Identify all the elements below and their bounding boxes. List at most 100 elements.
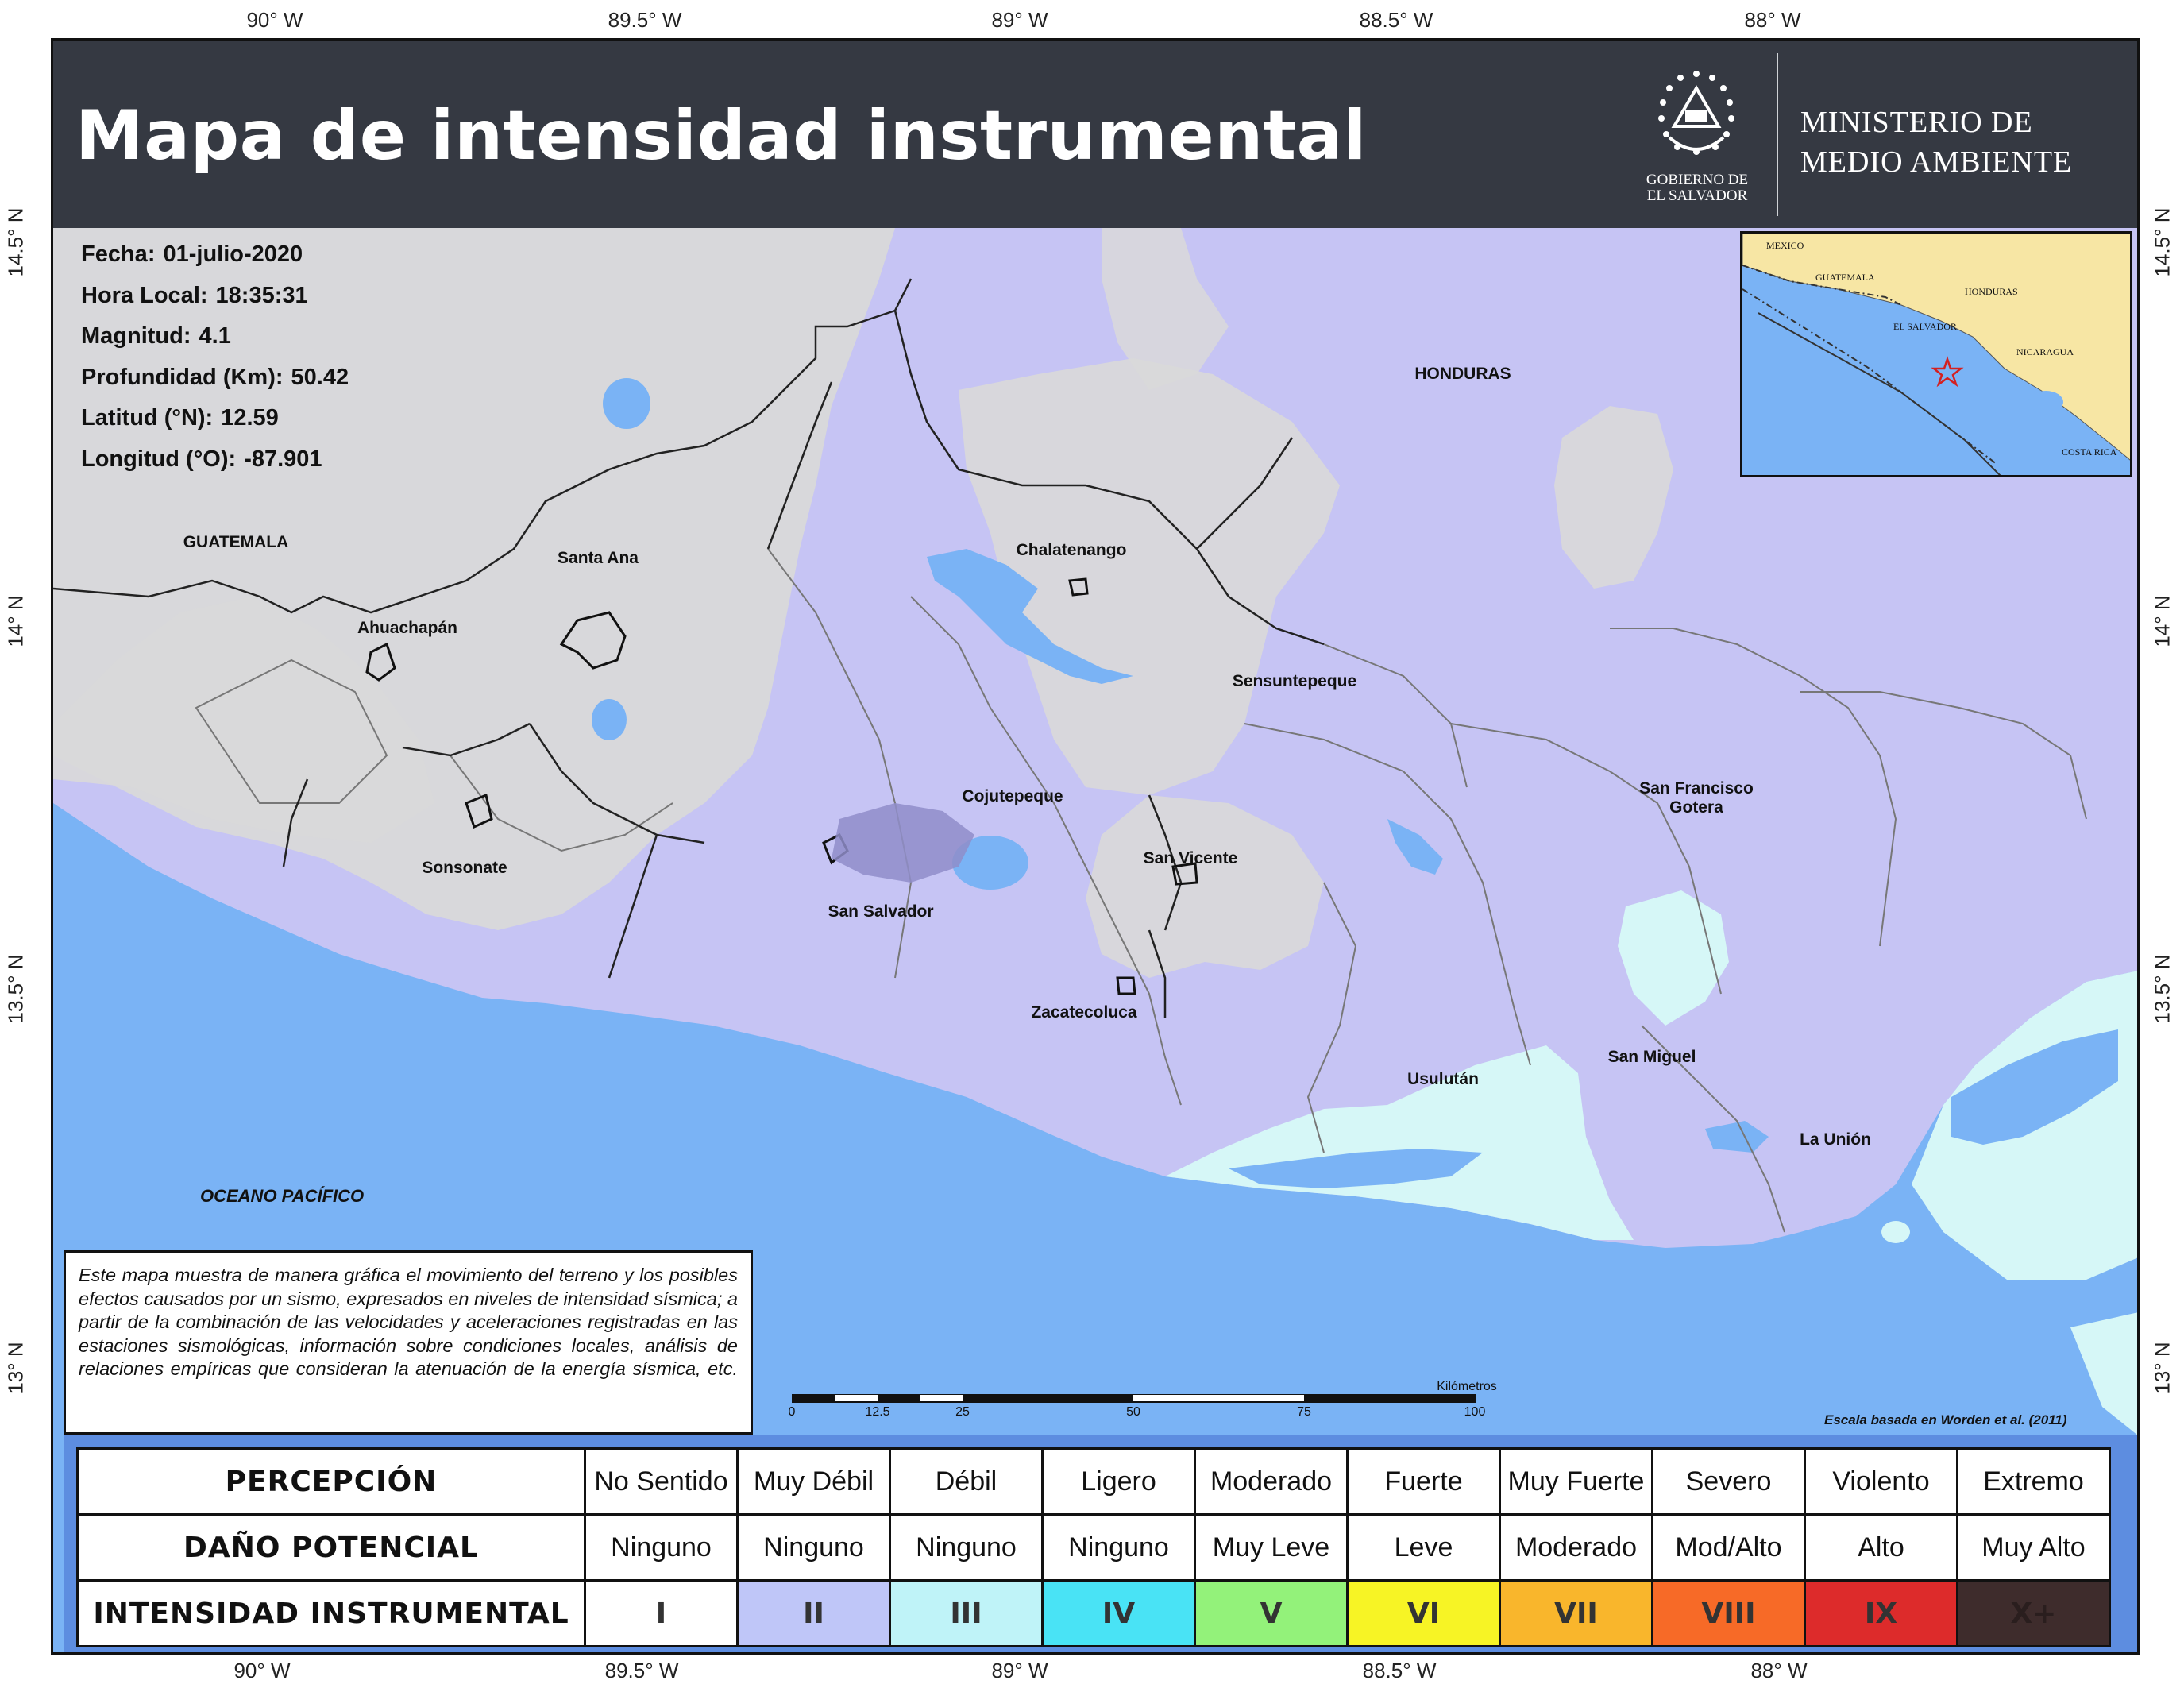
info-fecha: Fecha: 01-julio-2020 [81,234,349,276]
intensity-cell: VI [1346,1579,1501,1647]
intensity-cell: V [1194,1579,1349,1647]
lon-label-top-89: 89° W [991,8,1048,32]
lon-label-bottom-88-5: 88.5° W [1362,1659,1437,1682]
damage-cell: Muy Alto [1956,1513,2111,1582]
damage-cell: Leve [1346,1513,1501,1582]
scale-tick-75: 75 [1297,1405,1311,1419]
label-cojutepeque: Cojutepeque [962,787,1063,805]
inset-label-mexico: MEXICO [1766,240,1804,251]
damage-cell: Muy Leve [1194,1513,1349,1582]
info-hora: Hora Local: 18:35:31 [81,276,349,317]
intensity-cell: II [736,1579,891,1647]
latitud-label: Latitud (°N): [81,405,214,431]
inset-label-costa-rica: COSTA RICA [2062,446,2117,458]
perception-cell: Débil [889,1447,1044,1516]
damage-cell: Mod/Alto [1651,1513,1806,1582]
latitud-value: 12.59 [221,405,279,431]
intensity-cell: VII [1499,1579,1653,1647]
info-longitud: Longitud (°O): -87.901 [81,439,349,481]
lon-label-bottom-90: 90° W [233,1659,291,1682]
info-magnitud: Magnitud: 4.1 [81,316,349,357]
lon-label-bottom-89-5: 89.5° W [604,1659,679,1682]
legend-header-damage: DAÑO POTENCIAL [76,1513,586,1582]
event-info-panel: Fecha: 01-julio-2020 Hora Local: 18:35:31 … [81,234,349,480]
government-name: GOBIERNO DE EL SALVADOR [1622,172,1773,204]
page-title: Mapa de intensidad instrumental [75,96,1368,176]
label-san-miguel: San Miguel [1607,1048,1696,1066]
inset-label-guatemala: GUATEMALA [1815,272,1875,283]
label-ocean: OCEANO PACÍFICO [200,1186,365,1206]
label-usulutan: Usulután [1407,1070,1479,1088]
lat-label-left-14: 14° N [3,595,28,647]
lake-guija [603,378,650,429]
inset-label-honduras: HONDURAS [1965,286,2018,297]
perception-cell: Ligero [1041,1447,1196,1516]
intensity-legend: PERCEPCIÓN No Sentido Muy Débil Débil Li… [64,1435,2137,1652]
label-san-francisco-gotera: San Francisco Gotera [1639,779,1754,817]
longitud-value: -87.901 [244,446,322,472]
intensity-cell: VIII [1651,1579,1806,1647]
label-sensuntepeque: Sensuntepeque [1232,672,1357,690]
label-guatemala: GUATEMALA [183,533,289,551]
legend-row-damage: DAÑO POTENCIAL Ninguno Ninguno Ninguno N… [76,1513,2111,1582]
scale-tick-12-5: 12.5 [865,1405,890,1419]
coat-of-arms-icon [1658,71,1734,155]
label-gotera: Gotera [1669,798,1723,817]
perception-cell: Severo [1651,1447,1806,1516]
ministry-line-1: MINISTERIO DE [1800,106,2033,139]
info-latitud: Latitud (°N): 12.59 [81,398,349,439]
label-santa-ana: Santa Ana [558,549,639,567]
lat-label-right-13-5: 13.5° N [2150,954,2174,1024]
magnitud-label: Magnitud: [81,323,191,349]
inset-label-el-salvador: EL SALVADOR [1893,321,1957,332]
label-san-salvador: San Salvador [828,902,934,921]
label-san-vicente: San Vicente [1143,849,1238,867]
explanatory-note: Este mapa muestra de manera gráfica el m… [64,1250,753,1435]
scale-tick-0: 0 [788,1405,796,1419]
lat-label-right-14: 14° N [2150,595,2174,647]
perception-cell: Violento [1804,1447,1958,1516]
legend-row-intensity: INTENSIDAD INSTRUMENTAL I II III IV V VI… [76,1579,2111,1647]
lake-coatepeque [592,699,627,740]
perception-cell: Fuerte [1346,1447,1501,1516]
scale-unit: Kilómetros [1437,1380,1497,1393]
damage-cell: Moderado [1499,1513,1653,1582]
lon-label-top-88: 88° W [1744,8,1801,32]
inset-locator-map: MEXICO GUATEMALA HONDURAS EL SALVADOR NI… [1740,231,2132,477]
intensity-cell: III [889,1579,1044,1647]
intensity-cell: IX [1804,1579,1958,1647]
legend-header-perception: PERCEPCIÓN [76,1447,586,1516]
label-chalatenango: Chalatenango [1016,541,1127,559]
damage-cell: Alto [1804,1513,1958,1582]
lon-label-top-90: 90° W [246,8,303,32]
gov-line-2: EL SALVADOR [1646,187,1748,204]
hora-label: Hora Local: [81,282,208,308]
damage-cell: Ninguno [736,1513,891,1582]
label-ahuachapan: Ahuachapán [357,619,458,637]
intensity-cell: X+ [1956,1579,2111,1647]
legend-table: PERCEPCIÓN No Sentido Muy Débil Débil Li… [76,1447,2111,1647]
label-zacatecoluca: Zacatecoluca [1031,1003,1137,1022]
magnitud-value: 4.1 [199,323,231,349]
perception-cell: No Sentido [584,1447,739,1516]
ministry-line-2: MEDIO AMBIENTE [1800,145,2073,179]
lat-label-right-13: 13° N [2150,1342,2174,1394]
scale-tick-50: 50 [1126,1405,1140,1419]
damage-cell: Ninguno [889,1513,1044,1582]
lat-label-left-14-5: 14.5° N [3,207,28,277]
lon-label-bottom-88: 88° W [1750,1659,1808,1682]
lon-label-top-88-5: 88.5° W [1359,8,1433,32]
lat-label-right-14-5: 14.5° N [2150,207,2174,277]
label-honduras: HONDURAS [1414,365,1511,383]
perception-cell: Extremo [1956,1447,2111,1516]
ministry-name: MINISTERIO DE MEDIO AMBIENTE [1800,102,2072,182]
perception-cell: Muy Fuerte [1499,1447,1653,1516]
label-sonsonate: Sonsonate [422,859,507,877]
intensity-cell: IV [1041,1579,1196,1647]
lat-label-left-13-5: 13.5° N [3,954,28,1024]
longitud-label: Longitud (°O): [81,446,237,472]
lat-label-left-13: 13° N [3,1342,28,1394]
perception-cell: Muy Débil [736,1447,891,1516]
inset-label-nicaragua: NICARAGUA [2016,346,2074,357]
lon-label-bottom-89: 89° W [991,1659,1048,1682]
